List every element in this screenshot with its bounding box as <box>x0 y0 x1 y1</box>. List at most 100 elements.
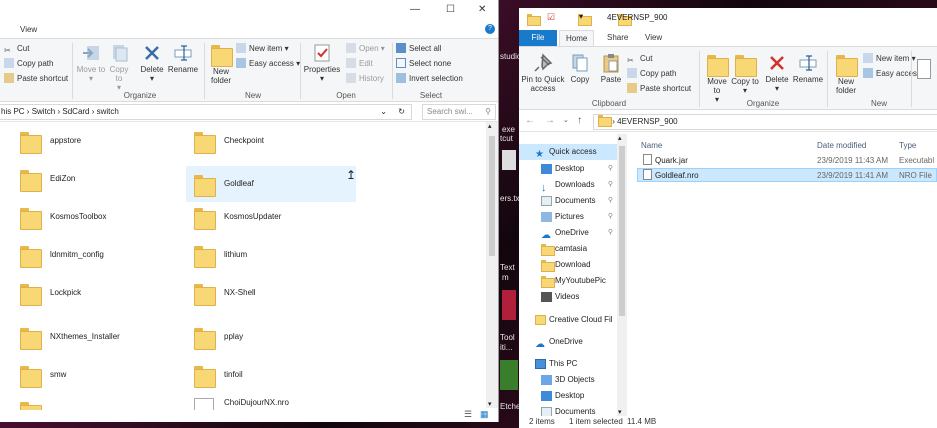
copy-to-button[interactable]: Copy to ▾ <box>731 53 759 95</box>
folder-item[interactable]: KosmosToolbox <box>20 202 170 232</box>
move-to-button[interactable]: Move to ▾ <box>703 53 731 104</box>
nav-onedrive[interactable]: ☁ OneDrive <box>519 334 617 350</box>
details-view-icon[interactable]: ☰ <box>464 409 472 420</box>
nav-download[interactable]: Download <box>519 257 617 273</box>
nav-onedrive-pinned[interactable]: ☁ OneDrive ⚲ <box>519 225 617 241</box>
folder-item[interactable]: pplay <box>194 322 354 352</box>
tab-file[interactable]: File <box>519 30 557 46</box>
nav-pictures[interactable]: Pictures ⚲ <box>519 209 617 225</box>
file-item[interactable]: ChoiDujourNX.nro <box>194 388 394 410</box>
open-button[interactable]: Open ▾ <box>346 43 385 55</box>
tab-view[interactable]: View <box>639 30 668 46</box>
move-to-button[interactable]: Move to ▾ <box>76 43 106 83</box>
file-row-selected[interactable]: Goldleaf.nro 23/9/2019 11:41 AM NRO File <box>637 168 937 182</box>
folder-item[interactable]: KosmosUpdater <box>194 202 354 232</box>
new-item-button[interactable]: New item ▾ <box>863 53 916 65</box>
tab-share[interactable]: Share <box>601 30 634 46</box>
column-header-type[interactable]: Type <box>899 138 916 154</box>
desktop-app-icon[interactable] <box>502 290 516 320</box>
copy-to-button[interactable]: Copy to ▾ <box>106 43 132 92</box>
paste-shortcut-button[interactable]: Paste shortcut <box>4 73 68 85</box>
scroll-down-icon[interactable]: ▾ <box>618 408 622 416</box>
paste-shortcut-button[interactable]: Paste shortcut <box>627 83 691 95</box>
breadcrumb-segment[interactable]: 4EVERNSP_900 <box>617 117 677 126</box>
column-header-date[interactable]: Date modified <box>817 138 866 154</box>
breadcrumb-segment[interactable]: Switch <box>32 107 56 116</box>
file-row[interactable]: Quark.jar 23/9/2019 11:43 AM Executabl <box>637 154 937 168</box>
scrollbar-thumb[interactable] <box>489 136 495 256</box>
recent-locations-icon[interactable]: ⌄ <box>563 116 569 124</box>
delete-button[interactable]: Delete ▾ <box>763 53 791 93</box>
minimize-icon[interactable]: — <box>410 4 420 15</box>
folder-item[interactable]: Checkpoint <box>194 126 354 156</box>
select-all-button[interactable]: Select all <box>396 43 441 55</box>
folder-item[interactable]: NX-Shell <box>194 278 354 308</box>
history-button[interactable]: History <box>346 73 384 85</box>
large-icons-view-icon[interactable]: ▦ <box>480 409 489 420</box>
folder-icon[interactable] <box>20 400 42 410</box>
scroll-up-icon[interactable]: ▴ <box>488 122 492 130</box>
folder-item[interactable]: smw <box>20 360 170 390</box>
nav-creative-cloud[interactable]: Creative Cloud Fil <box>519 312 617 328</box>
new-folder-button[interactable]: New folder <box>206 43 236 85</box>
properties-icon[interactable] <box>917 59 931 79</box>
folder-item[interactable]: tinfoil <box>194 360 354 390</box>
scroll-down-icon[interactable]: ▾ <box>488 400 492 408</box>
address-path[interactable]: › 4EVERNSP_900 <box>593 114 937 130</box>
nav-videos[interactable]: Videos <box>519 289 617 305</box>
folder-item[interactable]: lithium <box>194 240 354 270</box>
quick-access-folder-icon[interactable] <box>527 14 541 26</box>
up-arrow-icon[interactable]: ↑ <box>577 115 582 126</box>
nav-quick-access[interactable]: ★ Quick access <box>519 144 617 160</box>
customize-toolbar-icon[interactable]: ▾ <box>579 12 583 21</box>
folder-item[interactable]: EdiZon <box>20 164 170 194</box>
folder-item[interactable]: ldnmitm_config <box>20 240 170 270</box>
delete-button[interactable]: Delete ▾ <box>138 43 166 83</box>
address-breadcrumb[interactable]: his PC › Switch › SdCard › switch ⌄ ↻ <box>0 104 412 120</box>
cut-button[interactable]: ✂ Cut <box>627 53 652 65</box>
edit-button[interactable]: Edit <box>346 58 373 70</box>
breadcrumb-segment[interactable]: his PC <box>1 107 25 116</box>
nav-3d-objects[interactable]: 3D Objects <box>519 372 617 388</box>
desktop-app-icon[interactable] <box>500 360 518 390</box>
scrollbar-thumb[interactable] <box>619 146 625 316</box>
nav-desktop-pc[interactable]: Desktop <box>519 388 617 404</box>
select-none-button[interactable]: Select none <box>396 58 451 70</box>
scroll-up-icon[interactable]: ▴ <box>618 134 622 142</box>
rename-button[interactable]: Rename <box>791 53 825 84</box>
paste-button[interactable]: Paste <box>597 53 625 84</box>
nav-downloads[interactable]: ↓ Downloads ⚲ <box>519 177 617 193</box>
easy-access-button[interactable]: Easy access ▾ <box>236 58 300 70</box>
breadcrumb-segment[interactable]: switch <box>97 107 119 116</box>
nav-camtasia[interactable]: camtasia <box>519 241 617 257</box>
nav-this-pc[interactable]: This PC <box>519 356 617 372</box>
desktop-file-icon[interactable] <box>502 150 516 170</box>
address-dropdown-icon[interactable]: ⌄ <box>380 105 387 119</box>
nav-desktop[interactable]: Desktop ⚲ <box>519 161 617 177</box>
nav-myyoutubepic[interactable]: MyYoutubePic <box>519 273 617 289</box>
rename-button[interactable]: Rename <box>166 43 200 74</box>
close-icon[interactable]: ✕ <box>478 4 486 15</box>
new-folder-button[interactable]: New folder <box>831 53 861 95</box>
back-arrow-icon[interactable]: ← <box>525 115 535 126</box>
tab-home[interactable]: Home <box>559 30 595 46</box>
folder-item[interactable]: appstore <box>20 126 170 156</box>
copy-button[interactable]: Copy <box>567 53 593 84</box>
help-icon[interactable]: ? <box>485 24 495 34</box>
column-header-name[interactable]: Name <box>641 138 662 154</box>
folder-item[interactable]: NXthemes_Installer <box>20 322 170 352</box>
nav-documents-pc[interactable]: Documents <box>519 404 617 416</box>
refresh-icon[interactable]: ↻ <box>398 105 405 119</box>
maximize-icon[interactable]: ☐ <box>446 4 455 15</box>
tab-view[interactable]: View <box>14 22 43 38</box>
copy-path-button[interactable]: Copy path <box>4 58 53 70</box>
new-item-button[interactable]: New item ▾ <box>236 43 289 55</box>
search-box[interactable]: Search swi... ⚲ <box>422 104 496 120</box>
properties-button[interactable]: Properties ▾ <box>302 43 342 83</box>
forward-arrow-icon[interactable]: → <box>545 115 555 126</box>
invert-selection-button[interactable]: Invert selection <box>396 73 463 85</box>
cut-button[interactable]: ✂ Cut <box>4 43 29 55</box>
pin-to-quick-access-button[interactable]: Pin to Quick access <box>521 53 565 93</box>
folder-item[interactable]: Lockpick <box>20 278 170 308</box>
nav-scrollbar[interactable]: ▴ ▾ <box>617 134 627 416</box>
